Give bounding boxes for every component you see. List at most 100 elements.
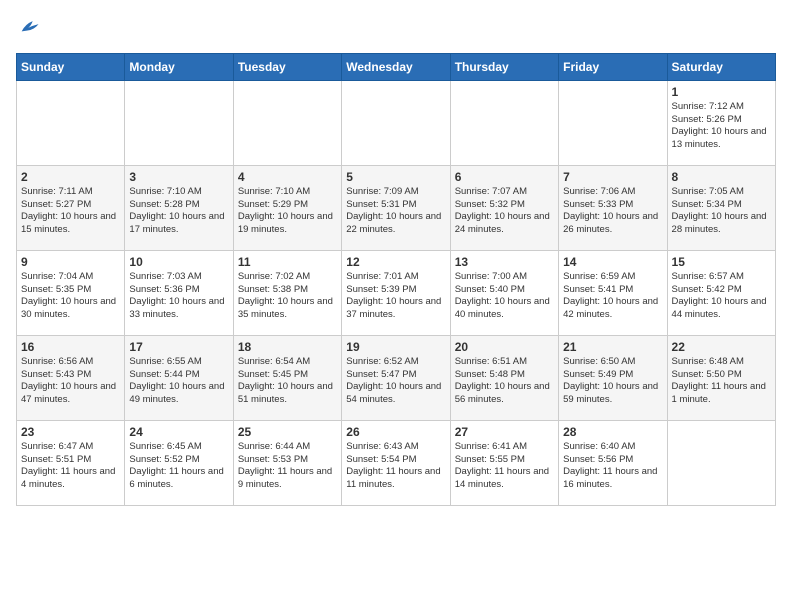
calendar-cell: 17 Sunrise: 6:55 AM Sunset: 5:44 PM Dayli…	[125, 335, 233, 420]
day-number: 25	[238, 425, 337, 439]
day-number: 5	[346, 170, 445, 184]
calendar-cell: 18 Sunrise: 6:54 AM Sunset: 5:45 PM Dayli…	[233, 335, 341, 420]
day-number: 10	[129, 255, 228, 269]
day-number: 14	[563, 255, 662, 269]
calendar-cell	[450, 80, 558, 165]
day-info: Sunrise: 7:07 AM Sunset: 5:32 PM Dayligh…	[455, 186, 554, 237]
weekday-header-saturday: Saturday	[667, 53, 775, 80]
weekday-header-tuesday: Tuesday	[233, 53, 341, 80]
day-info: Sunrise: 7:09 AM Sunset: 5:31 PM Dayligh…	[346, 186, 445, 237]
day-info: Sunrise: 6:48 AM Sunset: 5:50 PM Dayligh…	[672, 356, 771, 407]
day-number: 8	[672, 170, 771, 184]
calendar-cell: 1 Sunrise: 7:12 AM Sunset: 5:26 PM Daylig…	[667, 80, 775, 165]
calendar-cell: 14 Sunrise: 6:59 AM Sunset: 5:41 PM Dayli…	[559, 250, 667, 335]
day-number: 3	[129, 170, 228, 184]
calendar-cell: 4 Sunrise: 7:10 AM Sunset: 5:29 PM Daylig…	[233, 165, 341, 250]
logo	[16, 16, 40, 43]
day-info: Sunrise: 6:52 AM Sunset: 5:47 PM Dayligh…	[346, 356, 445, 407]
day-info: Sunrise: 7:06 AM Sunset: 5:33 PM Dayligh…	[563, 186, 662, 237]
calendar-cell: 23 Sunrise: 6:47 AM Sunset: 5:51 PM Dayli…	[17, 420, 125, 505]
calendar-cell	[559, 80, 667, 165]
calendar-week-row: 16 Sunrise: 6:56 AM Sunset: 5:43 PM Dayli…	[17, 335, 776, 420]
day-number: 24	[129, 425, 228, 439]
day-number: 7	[563, 170, 662, 184]
day-number: 1	[672, 85, 771, 99]
day-number: 18	[238, 340, 337, 354]
day-info: Sunrise: 7:00 AM Sunset: 5:40 PM Dayligh…	[455, 271, 554, 322]
calendar-cell: 6 Sunrise: 7:07 AM Sunset: 5:32 PM Daylig…	[450, 165, 558, 250]
calendar-week-row: 2 Sunrise: 7:11 AM Sunset: 5:27 PM Daylig…	[17, 165, 776, 250]
calendar-cell: 27 Sunrise: 6:41 AM Sunset: 5:55 PM Dayli…	[450, 420, 558, 505]
day-number: 27	[455, 425, 554, 439]
day-number: 9	[21, 255, 120, 269]
calendar-cell	[233, 80, 341, 165]
day-info: Sunrise: 6:51 AM Sunset: 5:48 PM Dayligh…	[455, 356, 554, 407]
day-info: Sunrise: 7:12 AM Sunset: 5:26 PM Dayligh…	[672, 101, 771, 152]
day-info: Sunrise: 6:43 AM Sunset: 5:54 PM Dayligh…	[346, 441, 445, 492]
logo-bird-icon	[18, 16, 40, 38]
day-number: 11	[238, 255, 337, 269]
day-info: Sunrise: 6:59 AM Sunset: 5:41 PM Dayligh…	[563, 271, 662, 322]
page-header	[16, 16, 776, 43]
day-number: 28	[563, 425, 662, 439]
weekday-header-thursday: Thursday	[450, 53, 558, 80]
calendar-cell: 13 Sunrise: 7:00 AM Sunset: 5:40 PM Dayli…	[450, 250, 558, 335]
day-number: 4	[238, 170, 337, 184]
day-number: 6	[455, 170, 554, 184]
calendar-cell: 19Sunrise: 6:52 AM Sunset: 5:47 PM Dayli…	[342, 335, 450, 420]
day-info: Sunrise: 6:47 AM Sunset: 5:51 PM Dayligh…	[21, 441, 120, 492]
day-info: Sunrise: 6:50 AM Sunset: 5:49 PM Dayligh…	[563, 356, 662, 407]
day-info: Sunrise: 7:11 AM Sunset: 5:27 PM Dayligh…	[21, 186, 120, 237]
calendar-cell: 3 Sunrise: 7:10 AM Sunset: 5:28 PM Daylig…	[125, 165, 233, 250]
calendar-cell: 8 Sunrise: 7:05 AM Sunset: 5:34 PM Daylig…	[667, 165, 775, 250]
day-info: Sunrise: 7:10 AM Sunset: 5:29 PM Dayligh…	[238, 186, 337, 237]
calendar-week-row: 23 Sunrise: 6:47 AM Sunset: 5:51 PM Dayli…	[17, 420, 776, 505]
day-info: Sunrise: 6:56 AM Sunset: 5:43 PM Dayligh…	[21, 356, 120, 407]
calendar-cell: 26 Sunrise: 6:43 AM Sunset: 5:54 PM Dayli…	[342, 420, 450, 505]
calendar-cell: 7 Sunrise: 7:06 AM Sunset: 5:33 PM Daylig…	[559, 165, 667, 250]
day-number: 13	[455, 255, 554, 269]
day-info: Sunrise: 6:41 AM Sunset: 5:55 PM Dayligh…	[455, 441, 554, 492]
day-number: 15	[672, 255, 771, 269]
calendar-cell: 9 Sunrise: 7:04 AM Sunset: 5:35 PM Daylig…	[17, 250, 125, 335]
calendar-week-row: 9 Sunrise: 7:04 AM Sunset: 5:35 PM Daylig…	[17, 250, 776, 335]
calendar-cell: 10Sunrise: 7:03 AM Sunset: 5:36 PM Dayli…	[125, 250, 233, 335]
calendar-cell: 21Sunrise: 6:50 AM Sunset: 5:49 PM Dayli…	[559, 335, 667, 420]
day-number: 16	[21, 340, 120, 354]
calendar-cell: 15Sunrise: 6:57 AM Sunset: 5:42 PM Dayli…	[667, 250, 775, 335]
weekday-header-friday: Friday	[559, 53, 667, 80]
day-number: 22	[672, 340, 771, 354]
calendar-cell: 5 Sunrise: 7:09 AM Sunset: 5:31 PM Daylig…	[342, 165, 450, 250]
day-number: 26	[346, 425, 445, 439]
day-number: 23	[21, 425, 120, 439]
calendar-cell: 20 Sunrise: 6:51 AM Sunset: 5:48 PM Dayli…	[450, 335, 558, 420]
day-number: 20	[455, 340, 554, 354]
day-number: 17	[129, 340, 228, 354]
day-info: Sunrise: 7:05 AM Sunset: 5:34 PM Dayligh…	[672, 186, 771, 237]
day-info: Sunrise: 6:40 AM Sunset: 5:56 PM Dayligh…	[563, 441, 662, 492]
calendar-table: SundayMondayTuesdayWednesdayThursdayFrid…	[16, 53, 776, 506]
weekday-header-row: SundayMondayTuesdayWednesdayThursdayFrid…	[17, 53, 776, 80]
day-number: 12	[346, 255, 445, 269]
calendar-week-row: 1 Sunrise: 7:12 AM Sunset: 5:26 PM Daylig…	[17, 80, 776, 165]
day-info: Sunrise: 7:02 AM Sunset: 5:38 PM Dayligh…	[238, 271, 337, 322]
day-info: Sunrise: 7:04 AM Sunset: 5:35 PM Dayligh…	[21, 271, 120, 322]
weekday-header-sunday: Sunday	[17, 53, 125, 80]
weekday-header-monday: Monday	[125, 53, 233, 80]
calendar-cell	[342, 80, 450, 165]
calendar-cell: 11 Sunrise: 7:02 AM Sunset: 5:38 PM Dayli…	[233, 250, 341, 335]
calendar-cell	[125, 80, 233, 165]
day-info: Sunrise: 6:54 AM Sunset: 5:45 PM Dayligh…	[238, 356, 337, 407]
calendar-cell: 28 Sunrise: 6:40 AM Sunset: 5:56 PM Dayli…	[559, 420, 667, 505]
calendar-cell	[667, 420, 775, 505]
day-number: 2	[21, 170, 120, 184]
day-info: Sunrise: 6:45 AM Sunset: 5:52 PM Dayligh…	[129, 441, 228, 492]
day-info: Sunrise: 6:55 AM Sunset: 5:44 PM Dayligh…	[129, 356, 228, 407]
day-info: Sunrise: 7:10 AM Sunset: 5:28 PM Dayligh…	[129, 186, 228, 237]
calendar-cell: 12 Sunrise: 7:01 AM Sunset: 5:39 PM Dayli…	[342, 250, 450, 335]
calendar-cell: 24 Sunrise: 6:45 AM Sunset: 5:52 PM Dayli…	[125, 420, 233, 505]
day-info: Sunrise: 6:44 AM Sunset: 5:53 PM Dayligh…	[238, 441, 337, 492]
day-info: Sunrise: 7:01 AM Sunset: 5:39 PM Dayligh…	[346, 271, 445, 322]
calendar-cell: 2 Sunrise: 7:11 AM Sunset: 5:27 PM Daylig…	[17, 165, 125, 250]
calendar-cell: 22 Sunrise: 6:48 AM Sunset: 5:50 PM Dayli…	[667, 335, 775, 420]
